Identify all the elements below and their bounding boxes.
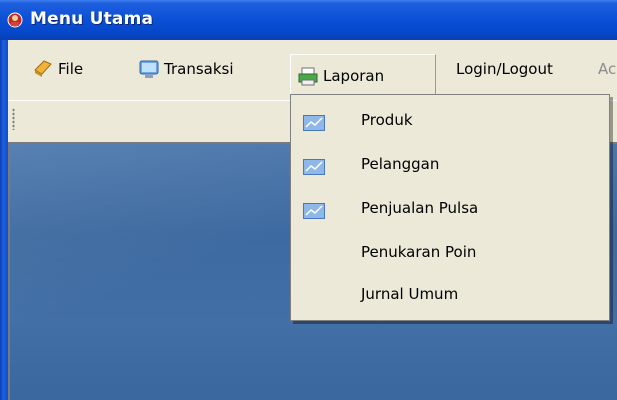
menu-login-logout[interactable]: Login/Logout [448,54,588,84]
toolbar-grip-handle[interactable] [12,108,15,130]
menu-item-penjualan-pulsa[interactable]: Penjualan Pulsa [291,189,609,229]
menu-item-label: Jurnal Umum [361,285,459,303]
menu-item-produk[interactable]: Produk [291,101,609,141]
menu-partial[interactable]: Ac [590,54,617,84]
monitor-icon [139,60,159,78]
window-frame-left [0,40,8,400]
chart-icon [303,159,325,175]
chart-icon [303,203,325,219]
app-icon [7,12,23,28]
title-bar[interactable]: Menu Utama [0,0,617,40]
menu-item-pelanggan[interactable]: Pelanggan [291,145,609,185]
menu-login-logout-label: Login/Logout [456,60,553,78]
menu-item-jurnal-umum[interactable]: Jurnal Umum [291,275,609,315]
menu-item-label: Produk [361,111,413,129]
menu-file-label: File [58,60,84,78]
menu-file[interactable]: File [22,54,112,84]
file-icon [34,60,52,77]
menu-laporan[interactable]: Laporan [290,54,436,96]
menu-transaksi-label: Transaksi [164,60,234,78]
menu-transaksi[interactable]: Transaksi [128,54,268,84]
chart-icon [303,115,325,131]
window-title: Menu Utama [30,9,154,29]
menu-item-label: Pelanggan [361,155,440,173]
printer-icon [298,67,318,86]
menu-laporan-label: Laporan [323,67,385,85]
menu-item-penukaran-poin[interactable]: Penukaran Poin [291,233,609,273]
laporan-dropdown: Produk Pelanggan Penjualan Pulsa Penukar… [290,94,610,321]
menu-partial-label: Ac [598,60,617,78]
menu-item-label: Penjualan Pulsa [361,199,479,217]
menu-item-label: Penukaran Poin [361,243,477,261]
